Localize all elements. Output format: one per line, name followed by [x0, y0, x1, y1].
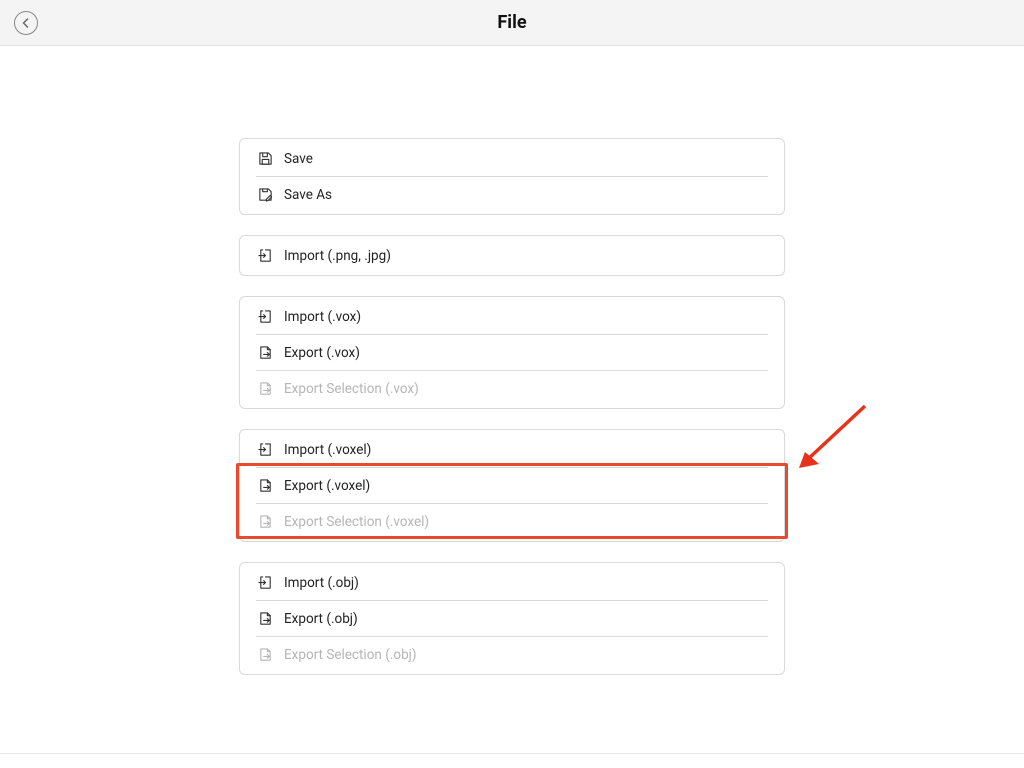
export-icon — [256, 513, 274, 531]
chevron-left-icon — [21, 18, 31, 28]
export-icon — [256, 646, 274, 664]
menu-item-label: Export (.vox) — [284, 345, 360, 361]
menu-item-label: Export (.obj) — [284, 611, 358, 627]
export-icon — [256, 610, 274, 628]
menu-group-save: Save Save As — [239, 138, 785, 215]
menu-item-label: Export Selection (.voxel) — [284, 514, 429, 530]
back-button[interactable] — [14, 11, 38, 35]
menu-item-import-obj[interactable]: Import (.obj) — [240, 565, 784, 600]
import-icon — [256, 441, 274, 459]
import-icon — [256, 574, 274, 592]
menu-group-vox: Import (.vox) Export (.vox) — [239, 296, 785, 409]
file-menu-content: Save Save As Import (.p — [0, 46, 1024, 695]
save-icon — [256, 150, 274, 168]
menu-item-export-selection-vox: Export Selection (.vox) — [240, 371, 784, 406]
export-icon — [256, 477, 274, 495]
menu-item-label: Import (.png, .jpg) — [284, 248, 391, 264]
export-icon — [256, 380, 274, 398]
menu-item-export-obj[interactable]: Export (.obj) — [240, 601, 784, 636]
export-icon — [256, 344, 274, 362]
menu-item-export-selection-voxel: Export Selection (.voxel) — [240, 504, 784, 539]
menu-item-import-vox[interactable]: Import (.vox) — [240, 299, 784, 334]
menu-group-obj: Import (.obj) Export (.obj) — [239, 562, 785, 675]
footer-divider — [0, 753, 1024, 754]
menu-item-label: Save — [284, 151, 313, 167]
header: File — [0, 0, 1024, 46]
menu-item-label: Import (.vox) — [284, 309, 361, 325]
page-title: File — [0, 12, 1024, 33]
menu-item-export-selection-obj: Export Selection (.obj) — [240, 637, 784, 672]
menu-item-label: Import (.obj) — [284, 575, 359, 591]
menu-item-import-png-jpg[interactable]: Import (.png, .jpg) — [240, 238, 784, 273]
menu-item-label: Export Selection (.obj) — [284, 647, 417, 663]
import-icon — [256, 247, 274, 265]
menu-item-save[interactable]: Save — [240, 141, 784, 176]
menu-group-voxel: Import (.voxel) Export (.voxel) — [239, 429, 785, 542]
menu-item-import-voxel[interactable]: Import (.voxel) — [240, 432, 784, 467]
menu-item-label: Export Selection (.vox) — [284, 381, 419, 397]
menu-item-export-vox[interactable]: Export (.vox) — [240, 335, 784, 370]
menu-item-export-voxel[interactable]: Export (.voxel) — [240, 468, 784, 503]
menu-item-save-as[interactable]: Save As — [240, 177, 784, 212]
menu-item-label: Import (.voxel) — [284, 442, 371, 458]
menu-item-label: Export (.voxel) — [284, 478, 370, 494]
menu-group-import-image: Import (.png, .jpg) — [239, 235, 785, 276]
menu-item-label: Save As — [284, 187, 332, 203]
import-icon — [256, 308, 274, 326]
save-as-icon — [256, 186, 274, 204]
